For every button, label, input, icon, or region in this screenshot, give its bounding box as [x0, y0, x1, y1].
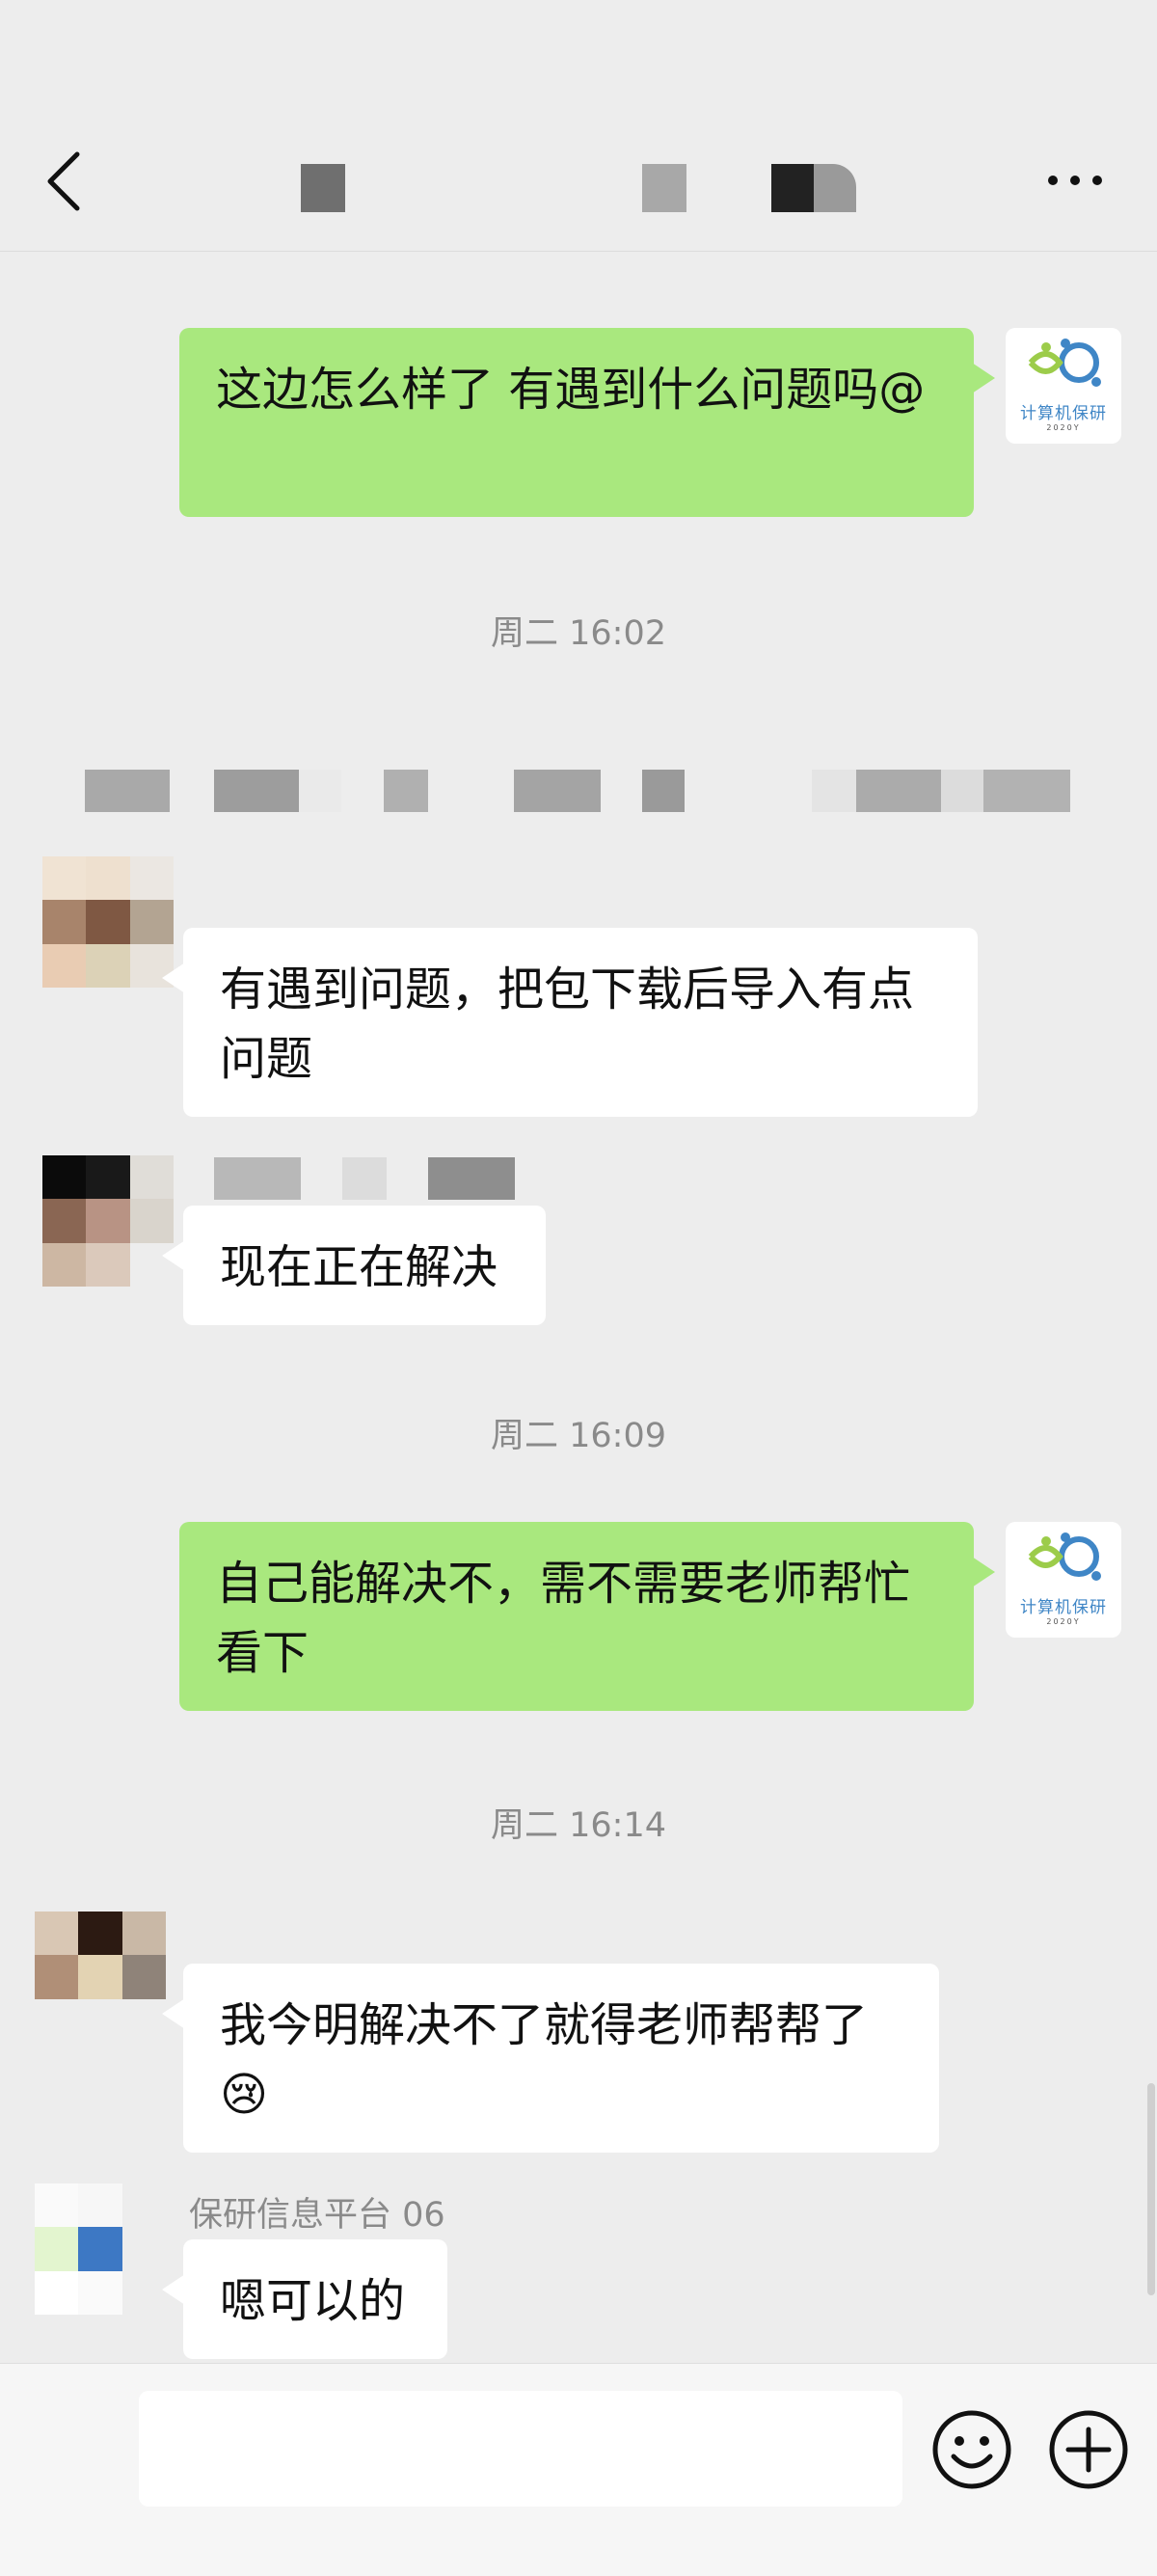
logo-caption: 计算机保研 — [1020, 404, 1107, 423]
contact-avatar[interactable] — [42, 1155, 174, 1287]
logo-icon — [1028, 339, 1101, 387]
logo-year: 2020Y — [1046, 1617, 1081, 1626]
input-bar — [0, 2363, 1157, 2576]
message-input[interactable] — [139, 2391, 902, 2507]
contact-avatar[interactable] — [35, 2183, 166, 2315]
chat-header — [0, 0, 1157, 252]
message-text: 现在正在解决 — [220, 1240, 498, 1294]
crying-emoji: 😢 — [220, 2068, 269, 2122]
contact-avatar[interactable] — [42, 856, 174, 988]
contact-avatar[interactable] — [35, 1912, 166, 2043]
message-bubble-received[interactable]: 我今明解决不了就得老师帮帮了 😢 — [162, 1964, 939, 2153]
my-avatar[interactable]: 计算机保研 2020Y — [1006, 328, 1121, 444]
chat-area[interactable]: 这边怎么样了 有遇到什么问题吗@ 计算机保研 2020Y 周二 16:02 有遇… — [0, 251, 1157, 2363]
message-bubble-received[interactable]: 嗯可以的 — [162, 2239, 447, 2359]
logo-icon — [1028, 1532, 1101, 1581]
plus-circle-icon[interactable] — [1047, 2408, 1130, 2491]
sender-name: 保研信息平台 06 — [189, 2196, 445, 2235]
more-icon[interactable] — [1041, 159, 1109, 202]
timestamp: 周二 16:14 — [491, 1806, 666, 1845]
chevron-left-icon[interactable] — [39, 145, 93, 218]
message-bubble-sent[interactable]: 这边怎么样了 有遇到什么问题吗@ — [179, 328, 995, 517]
message-text: 嗯可以的 — [220, 2274, 406, 2328]
message-bubble-received[interactable]: 有遇到问题，把包下载后导入有点问题 — [162, 928, 978, 1117]
logo-year: 2020Y — [1046, 423, 1081, 432]
timestamp: 周二 16:09 — [491, 1417, 666, 1455]
message-text: 有遇到问题，把包下载后导入有点问题 — [220, 963, 915, 1086]
message-text: 这边怎么样了 有遇到什么问题吗@ — [216, 363, 926, 417]
message-bubble-sent[interactable]: 自己能解决不，需不需要老师帮忙看下 — [179, 1522, 995, 1711]
title-blur-block — [814, 164, 856, 212]
timestamp: 周二 16:02 — [491, 614, 666, 653]
message-text: 自己能解决不，需不需要老师帮忙看下 — [216, 1557, 911, 1680]
smiley-icon[interactable] — [930, 2408, 1013, 2491]
logo-caption: 计算机保研 — [1020, 1598, 1107, 1617]
title-blur-block — [771, 164, 814, 212]
message-bubble-received[interactable]: 现在正在解决 — [162, 1206, 546, 1325]
title-blur-block — [301, 164, 345, 212]
message-text: 我今明解决不了就得老师帮帮了 — [220, 1998, 869, 2052]
title-blur-block — [642, 164, 686, 212]
scrollbar[interactable] — [1147, 2083, 1155, 2295]
my-avatar[interactable]: 计算机保研 2020Y — [1006, 1522, 1121, 1638]
